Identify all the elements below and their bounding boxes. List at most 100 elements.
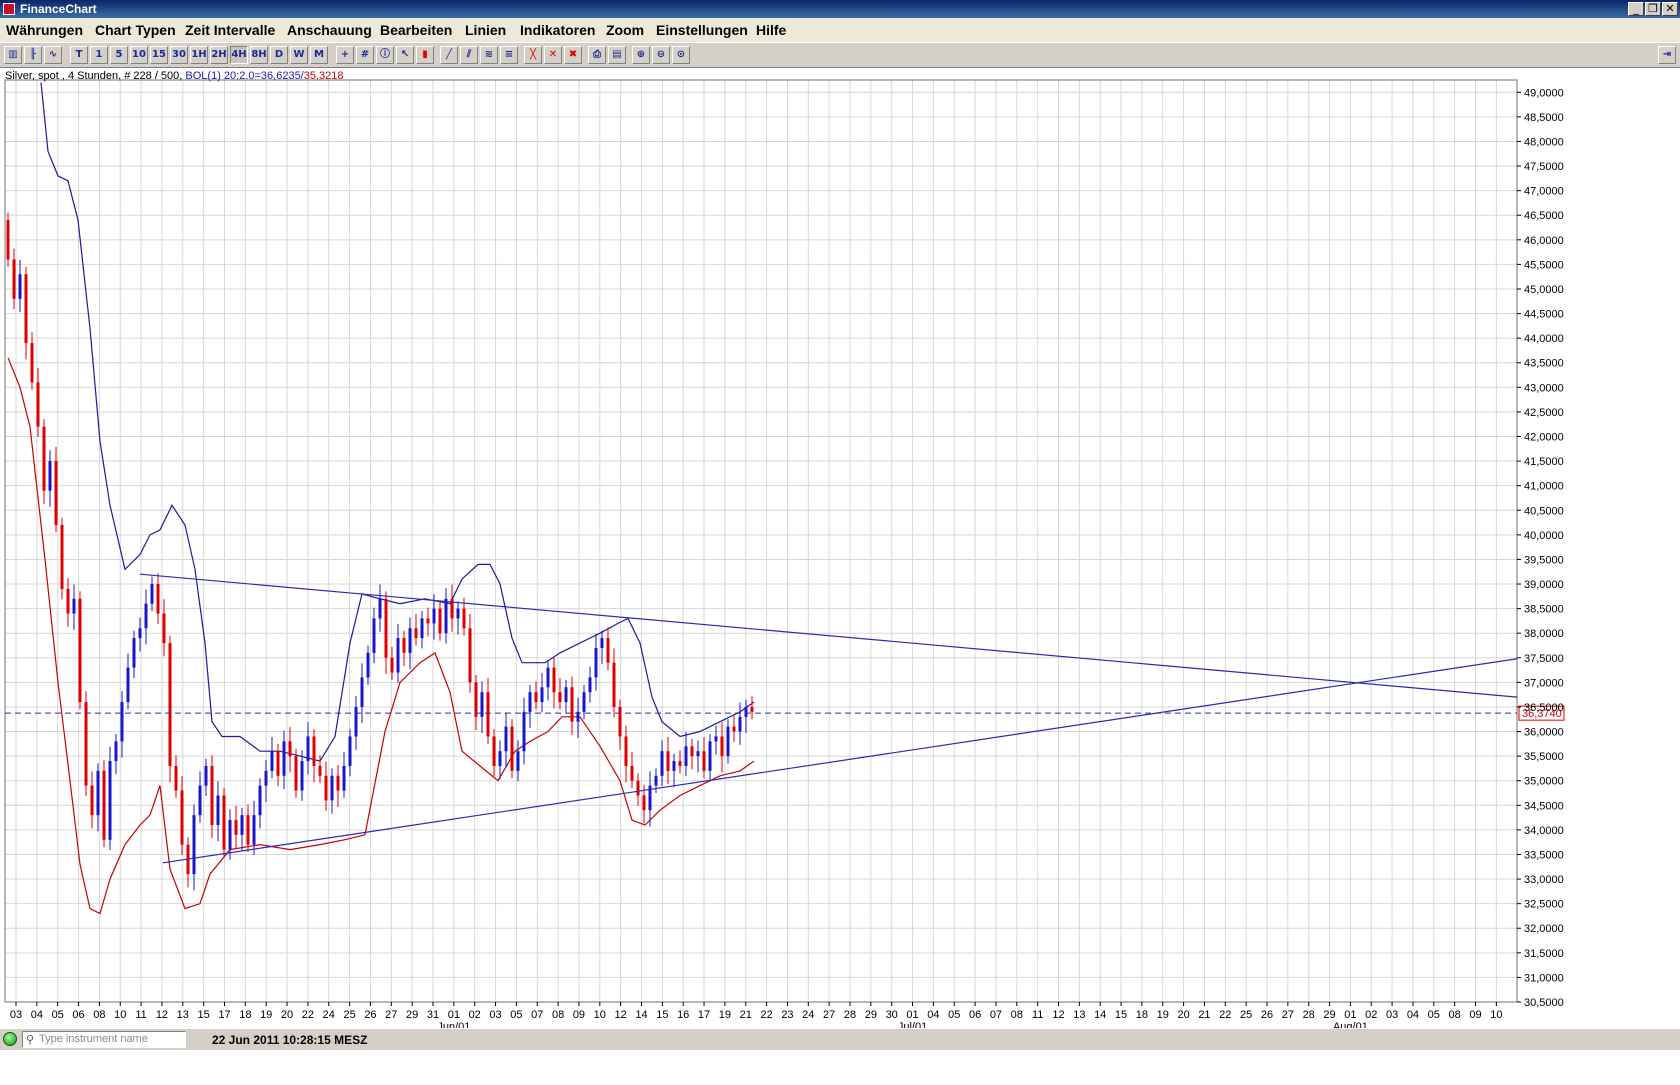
y-tick-label: 48,0000 xyxy=(1524,136,1564,148)
interval-t-button[interactable]: T xyxy=(70,46,88,64)
interval-m-button[interactable]: M xyxy=(310,46,328,64)
candle-body xyxy=(672,761,676,771)
restore-button[interactable]: ❐ xyxy=(1645,2,1661,16)
x-tick-label: 26 xyxy=(1261,1009,1273,1021)
candle-body xyxy=(540,687,544,703)
print-icon[interactable]: ⎙ xyxy=(588,46,606,64)
instrument-search[interactable]: ⚲ xyxy=(22,1031,186,1048)
x-tick-label: 16 xyxy=(677,1009,689,1021)
grid-icon[interactable]: # xyxy=(356,46,374,64)
zoom-in-icon[interactable]: ⊕ xyxy=(632,46,650,64)
trendline-icon[interactable]: ╱ xyxy=(440,46,458,64)
candle-body xyxy=(666,751,670,771)
status-bar: ⚲ 22 Jun 2011 10:28:15 MESZ xyxy=(0,1028,1680,1050)
trendline xyxy=(139,573,1518,698)
menu-hilfe[interactable]: Hilfe xyxy=(756,22,786,38)
line-chart-icon[interactable]: ∿ xyxy=(44,46,62,64)
y-tick-label: 39,0000 xyxy=(1524,579,1564,591)
candle-body xyxy=(66,588,70,614)
connection-status-icon xyxy=(3,1032,17,1046)
price-chart[interactable]: 36,3740 49,0000 48,5000 48,0000 47,5000 47,0… xyxy=(0,68,1680,1028)
candle-body xyxy=(612,662,616,707)
delete-selected-icon[interactable]: ✕ xyxy=(544,46,562,64)
close-button[interactable]: ✕ xyxy=(1662,2,1678,16)
menu-zoom[interactable]: Zoom xyxy=(606,22,644,38)
y-tick-label: 44,5000 xyxy=(1524,309,1564,321)
interval-d-button[interactable]: D xyxy=(270,46,288,64)
menu-anschauung[interactable]: Anschauung xyxy=(287,22,372,38)
interval-8h-button[interactable]: 8H xyxy=(250,46,268,64)
delete-all-icon[interactable]: ✖ xyxy=(564,46,582,64)
x-tick-label: 09 xyxy=(573,1009,585,1021)
candle-body xyxy=(72,598,76,614)
candle-body xyxy=(708,741,712,771)
interval-15-button[interactable]: 15 xyxy=(150,46,168,64)
candle-body xyxy=(6,220,10,260)
interval-w-button[interactable]: W xyxy=(290,46,308,64)
x-tick-label: 09 xyxy=(1469,1009,1481,1021)
candle-body xyxy=(102,770,106,840)
crosshair-icon[interactable]: + xyxy=(336,46,354,64)
menu-indikatoren[interactable]: Indikatoren xyxy=(520,22,595,38)
x-tick-label: 18 xyxy=(1136,1009,1148,1021)
candle-body xyxy=(54,461,58,526)
interval-1-button[interactable]: 1 xyxy=(90,46,108,64)
chart-area[interactable]: 36,3740 49,0000 48,5000 48,0000 47,5000 47,0… xyxy=(0,68,1680,1085)
zoom-reset-icon[interactable]: ⊙ xyxy=(672,46,690,64)
parallel-lines-icon[interactable]: ⫽ xyxy=(460,46,478,64)
y-tick-label: 45,5000 xyxy=(1524,259,1564,271)
plot-frame xyxy=(4,79,1518,1003)
x-tick-label: 06 xyxy=(72,1009,84,1021)
menu-bearbeiten[interactable]: Bearbeiten xyxy=(380,22,452,38)
info-icon[interactable]: ⓘ xyxy=(376,46,394,64)
fibonacci-icon[interactable]: ≡ xyxy=(500,46,518,64)
interval-5-button[interactable]: 5 xyxy=(110,46,128,64)
menu-zeit-intervalle[interactable]: Zeit Intervalle xyxy=(185,22,275,38)
candle-body xyxy=(702,751,706,771)
menu-einstellungen[interactable]: Einstellungen xyxy=(656,22,748,38)
instrument-search-input[interactable] xyxy=(39,1032,183,1046)
menu-linien[interactable]: Linien xyxy=(465,22,506,38)
panel-toggle-icon[interactable]: ⇥ xyxy=(1658,46,1676,64)
x-tick-label: 12 xyxy=(615,1009,627,1021)
menu-chart-typen[interactable]: Chart Typen xyxy=(95,22,176,38)
candle-body xyxy=(168,643,172,766)
y-tick-label: 32,5000 xyxy=(1524,899,1564,911)
candle-body xyxy=(192,815,196,875)
zoom-out-icon[interactable]: ⊖ xyxy=(652,46,670,64)
menu-waehrungen[interactable]: Währungen xyxy=(6,22,83,38)
candle-body xyxy=(132,638,136,668)
candle-body xyxy=(96,770,100,816)
interval-4h-button[interactable]: 4H xyxy=(230,46,248,64)
candle-body xyxy=(228,820,232,850)
candle-body xyxy=(78,598,82,703)
minimize-button[interactable]: _ xyxy=(1628,2,1644,16)
print-preview-icon[interactable]: ▤ xyxy=(608,46,626,64)
y-tick-label: 35,0000 xyxy=(1524,776,1564,788)
interval-1h-button[interactable]: 1H xyxy=(190,46,208,64)
channel-icon[interactable]: ≋ xyxy=(480,46,498,64)
interval-30-button[interactable]: 30 xyxy=(170,46,188,64)
candle-color-icon[interactable]: ▮ xyxy=(416,46,434,64)
x-tick-label: 21 xyxy=(1198,1009,1210,1021)
candle-body xyxy=(426,618,430,624)
candle-body xyxy=(36,382,40,427)
interval-10-button[interactable]: 10 xyxy=(130,46,148,64)
candle-body xyxy=(720,736,724,757)
search-icon: ⚲ xyxy=(26,1033,35,1046)
x-tick-label: 08 xyxy=(1449,1009,1461,1021)
candle-body xyxy=(444,598,448,634)
bar-chart-icon[interactable]: ╟ xyxy=(24,46,42,64)
candle-body xyxy=(360,677,364,707)
candle-body xyxy=(570,687,574,722)
candle-body xyxy=(534,692,538,703)
interval-2h-button[interactable]: 2H xyxy=(210,46,228,64)
candle-body xyxy=(252,815,256,845)
candlestick-chart-icon[interactable]: ▥ xyxy=(4,46,22,64)
delete-line-icon[interactable]: ╳ xyxy=(524,46,542,64)
candle-body xyxy=(546,667,550,688)
cursor-icon[interactable]: ↖ xyxy=(396,46,414,64)
x-tick-label: 29 xyxy=(1323,1009,1335,1021)
x-month-label: Aug/01 xyxy=(1333,1021,1368,1028)
candle-body xyxy=(618,706,622,737)
